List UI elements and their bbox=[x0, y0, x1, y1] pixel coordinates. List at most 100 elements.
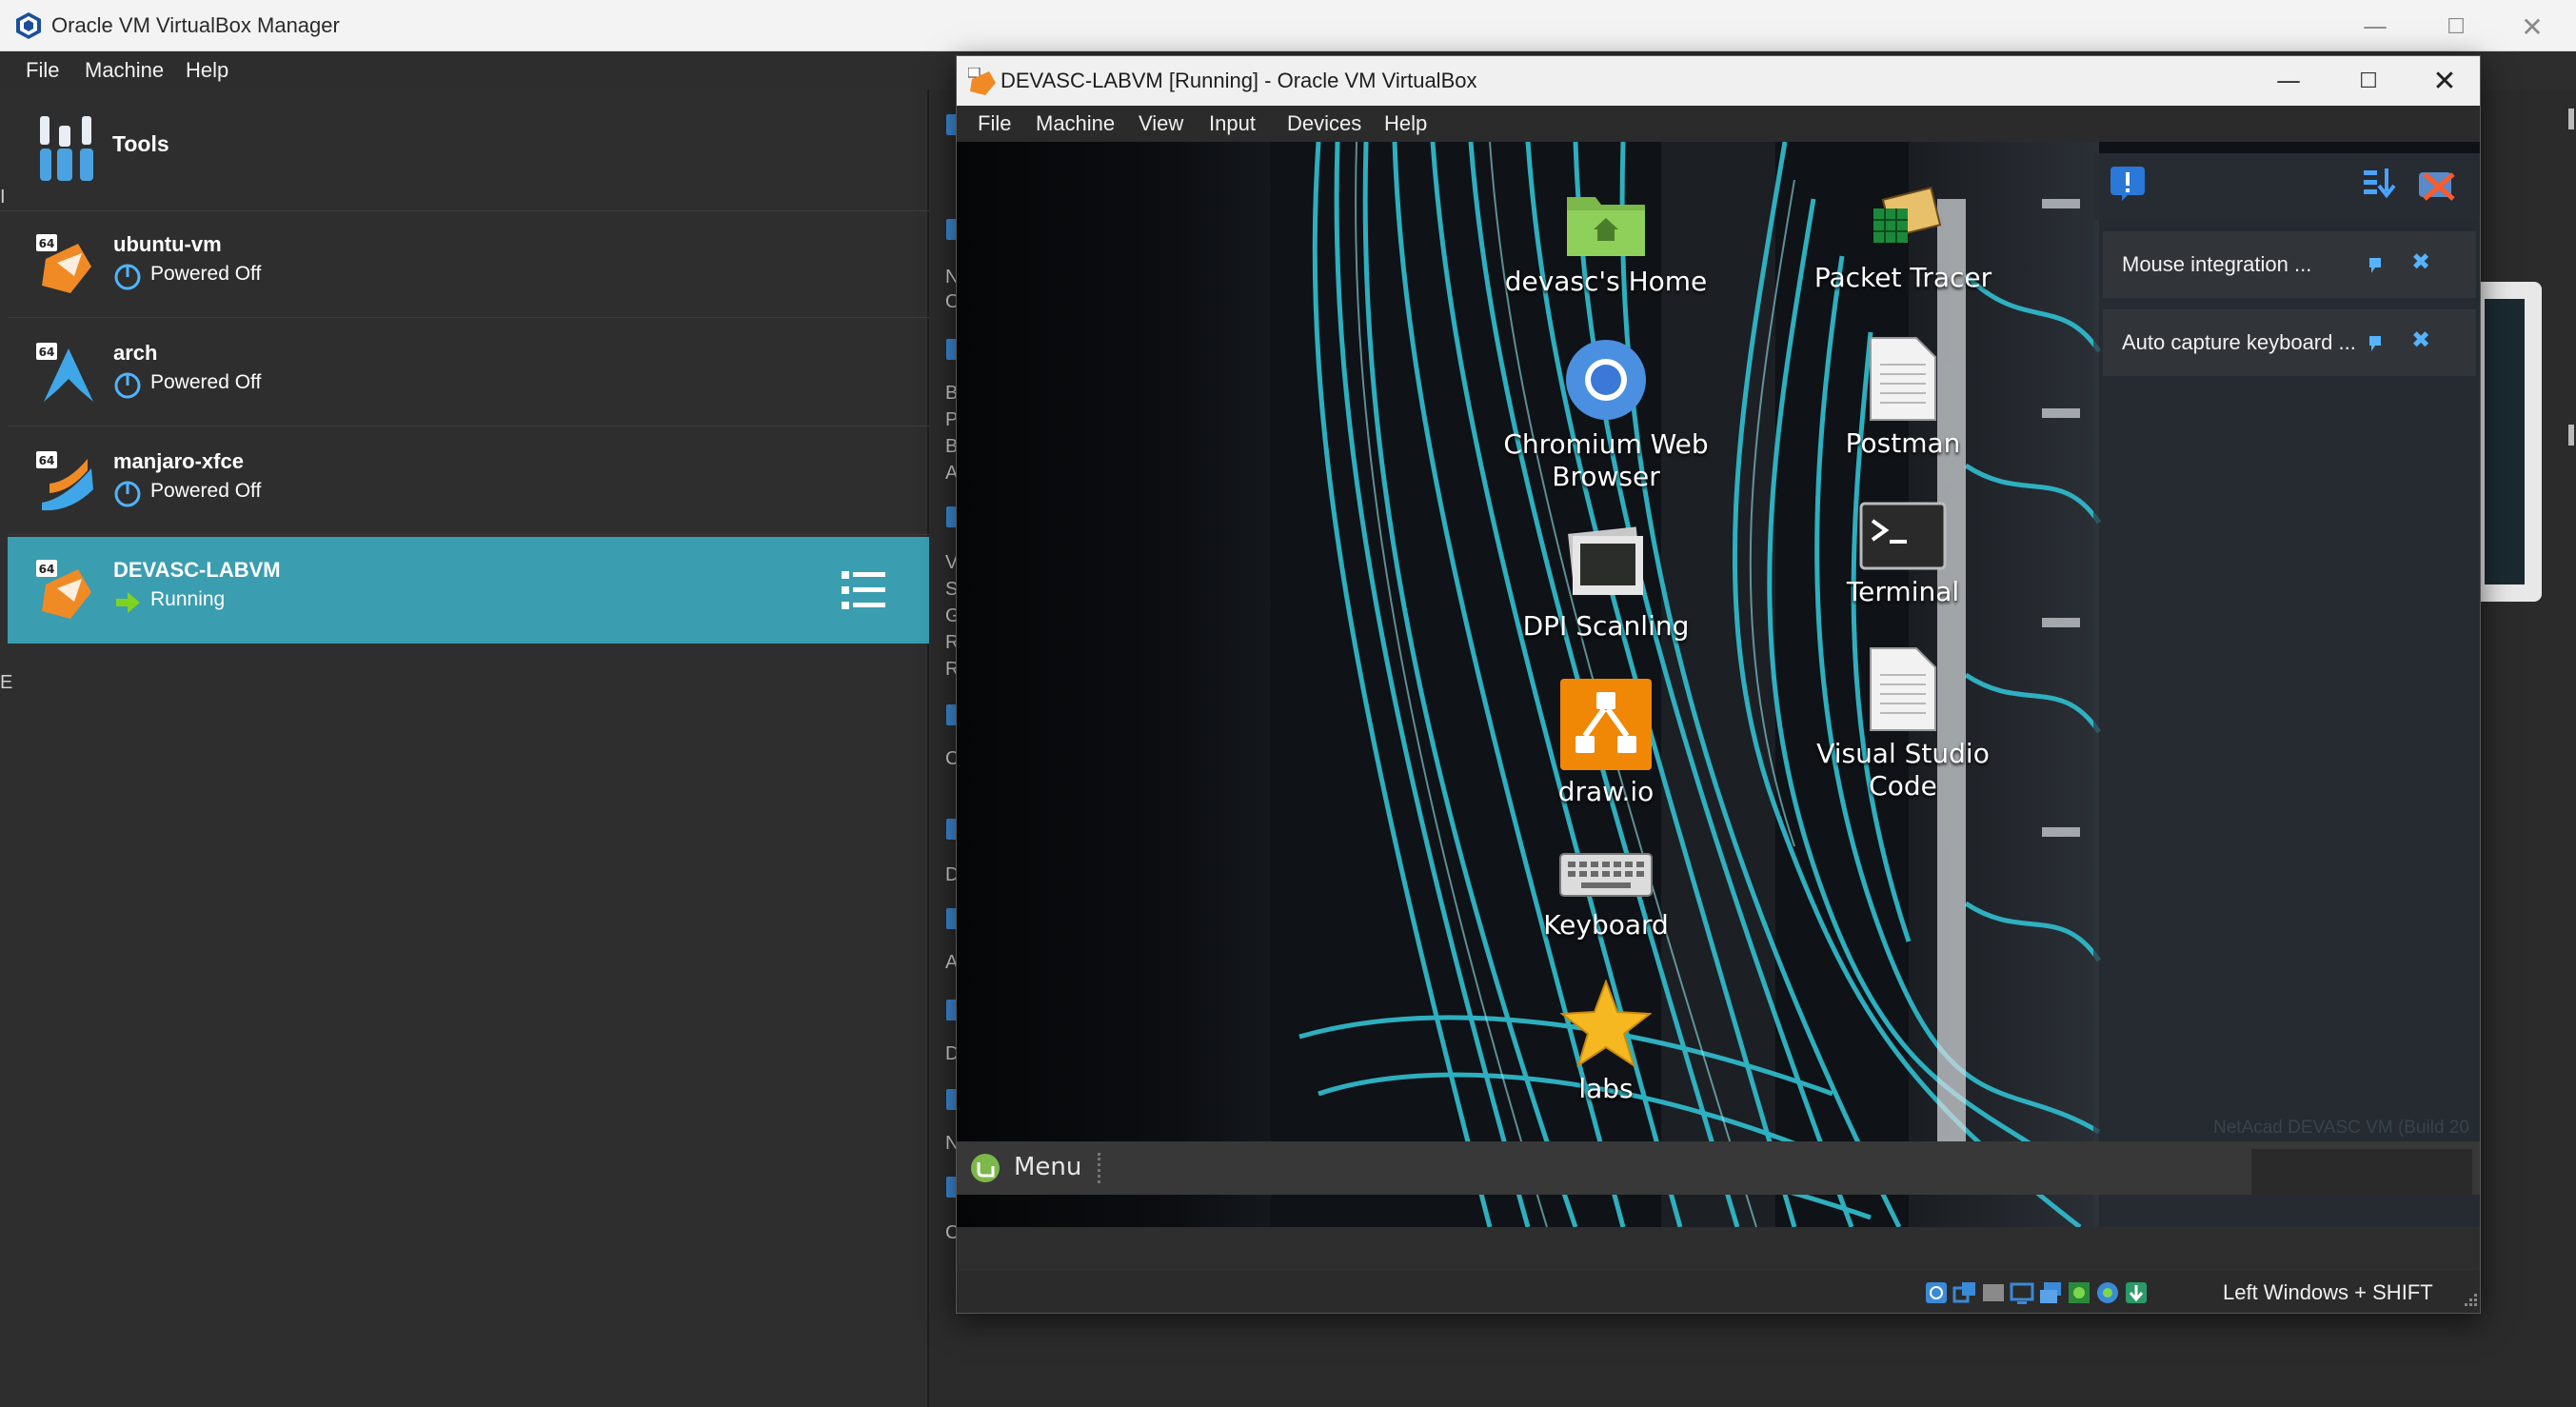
panel-workspace-switcher[interactable] bbox=[2251, 1149, 2472, 1195]
notification-bell-icon[interactable] bbox=[2109, 165, 2147, 203]
network-icon[interactable] bbox=[1952, 1280, 1977, 1305]
maximize-icon: ☐ bbox=[2359, 69, 2378, 93]
arch-os-icon: 64 bbox=[36, 343, 93, 402]
desktop-icon-keyboard[interactable]: Keyboard bbox=[1492, 846, 1720, 941]
netacad-version-text: NetAcad DEVASC VM (Build 20 bbox=[2213, 1118, 2469, 1138]
vm-preview-image bbox=[2485, 299, 2525, 585]
host-key-label: Left Windows + SHIFT bbox=[2223, 1280, 2433, 1304]
panel-menu-label[interactable]: Menu bbox=[1014, 1153, 1081, 1181]
close-button[interactable]: ✕ bbox=[2499, 8, 2566, 46]
desktop-icon-label: Terminal bbox=[1846, 576, 1960, 607]
monitor-icon bbox=[1568, 526, 1643, 595]
desktop-icon-label: Postman bbox=[1845, 427, 1961, 459]
vm-state: Powered Off bbox=[150, 480, 262, 502]
vm-name: ubuntu-vm bbox=[113, 232, 222, 256]
notification-auto-capture[interactable]: Auto capture keyboard ... ✖ bbox=[2103, 309, 2476, 376]
menu-file[interactable]: File bbox=[26, 53, 59, 88]
badge-64-text: 64 bbox=[39, 237, 55, 250]
edge-marker bbox=[2568, 425, 2574, 446]
maximize-button[interactable]: ☐ bbox=[2335, 62, 2402, 100]
badge-64-text: 64 bbox=[39, 346, 55, 359]
vm-state: Running bbox=[150, 588, 226, 610]
sort-down-icon[interactable] bbox=[2360, 165, 2398, 203]
minimize-button[interactable]: — bbox=[2255, 62, 2322, 100]
menu-help[interactable]: Help bbox=[1384, 107, 1427, 141]
minimize-icon: — bbox=[2363, 12, 2388, 41]
edge-letter: I bbox=[0, 187, 6, 208]
desktop-icon-dpi-scanling[interactable]: DPI Scanling bbox=[1492, 526, 1720, 643]
guest-display[interactable]: devasc's Home Chromium Web Browser DPI S… bbox=[957, 142, 2480, 1227]
menu-view[interactable]: View bbox=[1139, 107, 1183, 141]
desktop-icon-vscode[interactable]: Visual Studio Code bbox=[1789, 646, 2017, 803]
notification-center: Mouse integration ... ✖ Auto capture key… bbox=[2093, 153, 2480, 1227]
virtualbox-app-icon bbox=[16, 12, 41, 39]
menu-input[interactable]: Input bbox=[1209, 107, 1256, 141]
tools-entry[interactable]: Tools bbox=[0, 89, 929, 211]
close-button[interactable]: ✕ bbox=[2411, 62, 2478, 100]
host-key-arrow-icon[interactable] bbox=[2124, 1280, 2149, 1305]
close-notification-icon[interactable]: ✖ bbox=[2411, 327, 2430, 353]
menu-help[interactable]: Help bbox=[186, 53, 228, 88]
vm-item-arch[interactable]: 64 arch Powered Off bbox=[8, 320, 929, 426]
running-arrow-icon bbox=[116, 592, 140, 613]
minimize-button[interactable]: — bbox=[2342, 8, 2408, 46]
vm-item-manjaro-xfce[interactable]: 64 manjaro-xfce Powered Off bbox=[8, 428, 929, 535]
vm-window: DEVASC-LABVM [Running] - Oracle VM Virtu… bbox=[956, 55, 2481, 1314]
desktop-icon-label: DPI Scanling bbox=[1522, 610, 1690, 642]
vm-state: Powered Off bbox=[150, 263, 262, 285]
desktop-icon-packet-tracer[interactable]: Packet Tracer bbox=[1789, 180, 2017, 294]
vm-item-devasc-labvm[interactable]: 64 DEVASC-LABVM Running bbox=[8, 537, 929, 644]
notification-header bbox=[2093, 153, 2480, 220]
shared-folder-icon[interactable] bbox=[2010, 1280, 2034, 1305]
panel-grip[interactable] bbox=[1098, 1153, 1103, 1183]
desktop-icon-label: draw.io bbox=[1557, 776, 1655, 807]
menu-devices[interactable]: Devices bbox=[1287, 107, 1361, 141]
desktop-icon-label: Keyboard bbox=[1543, 909, 1669, 941]
pin-icon[interactable] bbox=[2366, 330, 2388, 353]
vm-status-bar: Left Windows + SHIFT bbox=[957, 1271, 2480, 1313]
guest-additions-icon[interactable] bbox=[2095, 1280, 2120, 1305]
edge-letter: E bbox=[0, 672, 13, 693]
notification-text: Auto capture keyboard ... bbox=[2122, 330, 2356, 354]
desktop-icon-home[interactable]: devasc's Home bbox=[1492, 188, 1720, 298]
badge-64-text: 64 bbox=[39, 563, 55, 576]
vm-window-title: DEVASC-LABVM [Running] - Oracle VM Virtu… bbox=[1001, 69, 1477, 92]
menu-machine[interactable]: Machine bbox=[1036, 107, 1115, 141]
terminal-icon bbox=[1859, 502, 1947, 570]
vm-name: DEVASC-LABVM bbox=[113, 558, 281, 582]
vm-name: arch bbox=[113, 341, 158, 365]
desktop-icon-drawio[interactable]: draw.io bbox=[1492, 679, 1720, 808]
menu-file[interactable]: File bbox=[978, 107, 1011, 141]
home-folder-icon bbox=[1567, 197, 1645, 256]
desktop-icon-postman[interactable]: Postman bbox=[1789, 336, 2017, 460]
menu-machine[interactable]: Machine bbox=[85, 53, 164, 88]
manager-title-bar[interactable]: Oracle VM VirtualBox Manager — ☐ ✕ bbox=[0, 0, 2576, 51]
recording-icon[interactable] bbox=[2067, 1280, 2091, 1305]
vm-state: Powered Off bbox=[150, 371, 262, 393]
manjaro-os-icon: 64 bbox=[36, 451, 93, 511]
desktop-icon-terminal[interactable]: Terminal bbox=[1789, 502, 2017, 608]
vm-title-bar[interactable]: DEVASC-LABVM [Running] - Oracle VM Virtu… bbox=[957, 56, 2480, 106]
dismiss-all-icon[interactable] bbox=[2415, 165, 2459, 203]
chromium-icon bbox=[1566, 340, 1646, 420]
maximize-button[interactable]: ☐ bbox=[2423, 8, 2489, 46]
details-menu-icon[interactable] bbox=[840, 569, 887, 611]
document-icon bbox=[1870, 337, 1936, 421]
power-off-icon bbox=[114, 264, 141, 290]
desktop-icon-labs[interactable]: labs bbox=[1492, 980, 1720, 1105]
notification-mouse-integration[interactable]: Mouse integration ... ✖ bbox=[2103, 231, 2476, 298]
desktop-icon-label: devasc's Home bbox=[1504, 266, 1708, 297]
packet-tracer-icon bbox=[1873, 187, 1942, 243]
manager-window-title: Oracle VM VirtualBox Manager bbox=[51, 13, 340, 37]
close-notification-icon[interactable]: ✖ bbox=[2411, 248, 2430, 275]
display-icon[interactable] bbox=[2038, 1280, 2063, 1305]
desktop-icon-label: Packet Tracer bbox=[1813, 262, 1992, 293]
desktop-icon-chromium[interactable]: Chromium Web Browser bbox=[1492, 337, 1720, 493]
optical-drive-icon[interactable] bbox=[1924, 1280, 1949, 1305]
usb-icon[interactable] bbox=[1981, 1280, 2006, 1305]
resize-grip-icon[interactable] bbox=[2461, 1292, 2478, 1309]
pin-icon[interactable] bbox=[2366, 252, 2388, 275]
badge-64-text: 64 bbox=[39, 454, 55, 467]
mint-menu-icon[interactable] bbox=[970, 1153, 1001, 1183]
vm-item-ubuntu-vm[interactable]: 64 ubuntu-vm Powered Off bbox=[8, 211, 929, 318]
